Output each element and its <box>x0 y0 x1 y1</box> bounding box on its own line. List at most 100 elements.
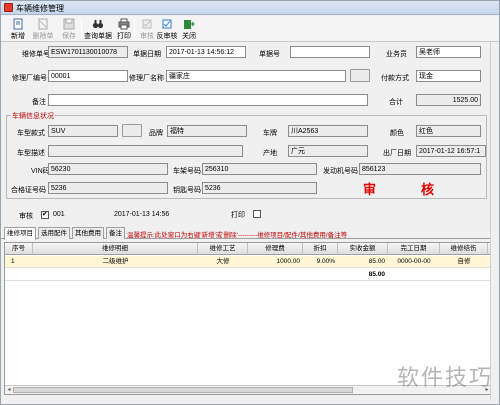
remark-field[interactable] <box>48 94 368 106</box>
col-header-received[interactable]: 实收金额 <box>338 243 388 255</box>
salesman-field[interactable]: 吴老师 <box>416 46 481 58</box>
col-header-fee[interactable]: 修理费 <box>248 243 303 255</box>
auditor-label: 审核 <box>19 213 33 220</box>
engine-label: 发动机号码 <box>323 168 358 175</box>
scroll-left-icon[interactable]: ◂ <box>5 386 13 394</box>
main-window: 车辆维修管理 新增 删除单 保存 查询单据 打印 审核 反审核 关闭 维修单号 … <box>0 0 500 405</box>
auditor-checkbox[interactable] <box>41 210 49 219</box>
tab-repair-items[interactable]: 维修项目 <box>4 227 36 240</box>
color-field[interactable]: 红色 <box>416 125 481 137</box>
vertical-scrollbar[interactable] <box>490 42 499 400</box>
audit-stamp-1: 审 <box>363 182 377 197</box>
pay-method-field[interactable]: 现金 <box>416 70 481 82</box>
col-header-discount[interactable]: 折扣 <box>303 243 338 255</box>
toolbar: 新增 删除单 保存 查询单据 打印 审核 反审核 关闭 <box>1 16 499 42</box>
salesman-label: 业务员 <box>386 51 407 58</box>
save-button[interactable]: 保存 <box>58 17 80 41</box>
factory-date-label: 出厂日期 <box>383 150 411 157</box>
audit-date: 2017-01-13 14:56 <box>114 211 170 218</box>
factory-no-field[interactable]: 00001 <box>48 70 128 82</box>
factory-lookup-button[interactable] <box>350 69 370 82</box>
color-label: 颜色 <box>390 130 404 137</box>
cell-finish-date: 0000-00-00 <box>397 258 431 265</box>
window-title: 车辆维修管理 <box>16 4 64 13</box>
audit-stamp-2: 核 <box>421 182 435 197</box>
repair-no-label: 维修单号 <box>22 51 50 58</box>
vin-label: VIN码 <box>31 168 50 175</box>
cell-result: 自修 <box>457 258 471 265</box>
close-icon <box>184 20 195 29</box>
delete-doc-button[interactable]: 删除单 <box>31 17 55 41</box>
watermark-text: 软件技巧 <box>396 366 493 391</box>
table-row[interactable]: 1 二级维护 大修 1000.00 9.00% 85.00 0000-00-00… <box>5 256 491 268</box>
unaudit-icon <box>162 19 172 29</box>
unaudit-button[interactable]: 反审核 <box>155 17 179 41</box>
plate-field[interactable]: 川A2563 <box>288 125 368 137</box>
brand-label: 品牌 <box>149 130 163 137</box>
col-header-seq[interactable]: 序号 <box>5 243 33 255</box>
doc-date-label: 单据日期 <box>133 51 161 58</box>
binoculars-icon <box>92 20 104 29</box>
title-bar: 车辆维修管理 <box>1 1 499 15</box>
save-icon <box>63 18 75 30</box>
key-label: 钥匙号码 <box>173 187 201 194</box>
pay-method-label: 付款方式 <box>381 75 409 82</box>
close-button[interactable]: 关闭 <box>178 17 200 41</box>
cell-detail: 二级维护 <box>102 258 129 265</box>
total-label: 合计 <box>389 99 403 106</box>
brand-field[interactable]: 福特 <box>167 125 247 137</box>
sum-received: 85.00 <box>368 271 385 278</box>
cert-field[interactable]: 5236 <box>48 182 168 194</box>
frame-label: 车架号码 <box>173 168 201 175</box>
order-no-label: 单据号 <box>259 51 280 58</box>
model-lookup-button[interactable] <box>122 124 142 137</box>
new-button[interactable]: 新增 <box>7 17 29 41</box>
factory-name-label: 修理厂名称 <box>129 75 164 82</box>
tab-remark[interactable]: 备注 <box>106 227 125 239</box>
app-icon <box>4 3 13 12</box>
origin-label: 产地 <box>263 150 277 157</box>
order-no-field[interactable] <box>290 46 370 58</box>
print-button[interactable]: 打印 <box>113 17 135 41</box>
engine-field[interactable]: 856123 <box>359 163 481 175</box>
table-header: 序号 维修明细 维修工艺 修理费 折扣 实收金额 完工日期 维修结伤 <box>5 243 491 255</box>
cell-process: 大修 <box>216 258 230 265</box>
printer-icon <box>118 18 130 30</box>
model-field[interactable]: SUV <box>48 125 118 137</box>
tab-parts[interactable]: 选用配件 <box>38 227 70 239</box>
new-doc-icon <box>13 18 23 30</box>
factory-name-field[interactable]: 疆家庄 <box>166 70 346 82</box>
remark-label: 备注 <box>32 99 46 106</box>
hint-text: 温馨提示:此处窗口为右键'新增'或'删除'---------维修项目/配件/其他… <box>127 232 348 239</box>
factory-no-label: 修理厂编号 <box>12 75 47 82</box>
col-header-detail[interactable]: 维修明细 <box>33 243 198 255</box>
vin-field[interactable]: 56230 <box>48 163 168 175</box>
cell-fee: 1000.00 <box>276 258 301 265</box>
audit-icon <box>142 19 152 29</box>
total-field: 1525.00 <box>416 94 481 106</box>
cell-received: 85.00 <box>368 258 385 265</box>
origin-field[interactable]: 广元 <box>288 145 368 157</box>
delete-doc-icon <box>38 18 48 30</box>
table-sum-row: 85.00 <box>5 269 491 281</box>
frame-field[interactable]: 256310 <box>202 163 317 175</box>
desc-label: 车型描述 <box>17 150 45 157</box>
cert-label: 合格证号码 <box>11 187 46 194</box>
print-label: 打印 <box>231 212 245 219</box>
col-header-finish-date[interactable]: 完工日期 <box>388 243 440 255</box>
vehicle-info-title: 车辆信息状况 <box>11 111 55 121</box>
key-field[interactable]: 5236 <box>202 182 317 194</box>
auditor-value: 001 <box>53 211 65 218</box>
col-header-result[interactable]: 维修结伤 <box>440 243 488 255</box>
factory-date-field[interactable]: 2017-01-12 16:57:1 <box>416 145 486 157</box>
cell-seq: 1 <box>11 258 15 265</box>
repair-no-field[interactable]: ESW1701130010078 <box>48 46 128 58</box>
tab-other-fees[interactable]: 其他费用 <box>72 227 104 239</box>
desc-field[interactable] <box>48 145 243 157</box>
doc-date-field[interactable]: 2017-01-13 14:56:12 <box>166 46 246 58</box>
scroll-thumb[interactable] <box>13 387 353 393</box>
print-checkbox[interactable] <box>253 210 261 218</box>
plate-label: 车牌 <box>263 130 277 137</box>
col-header-process[interactable]: 维修工艺 <box>198 243 248 255</box>
query-doc-button[interactable]: 查询单据 <box>84 17 112 41</box>
